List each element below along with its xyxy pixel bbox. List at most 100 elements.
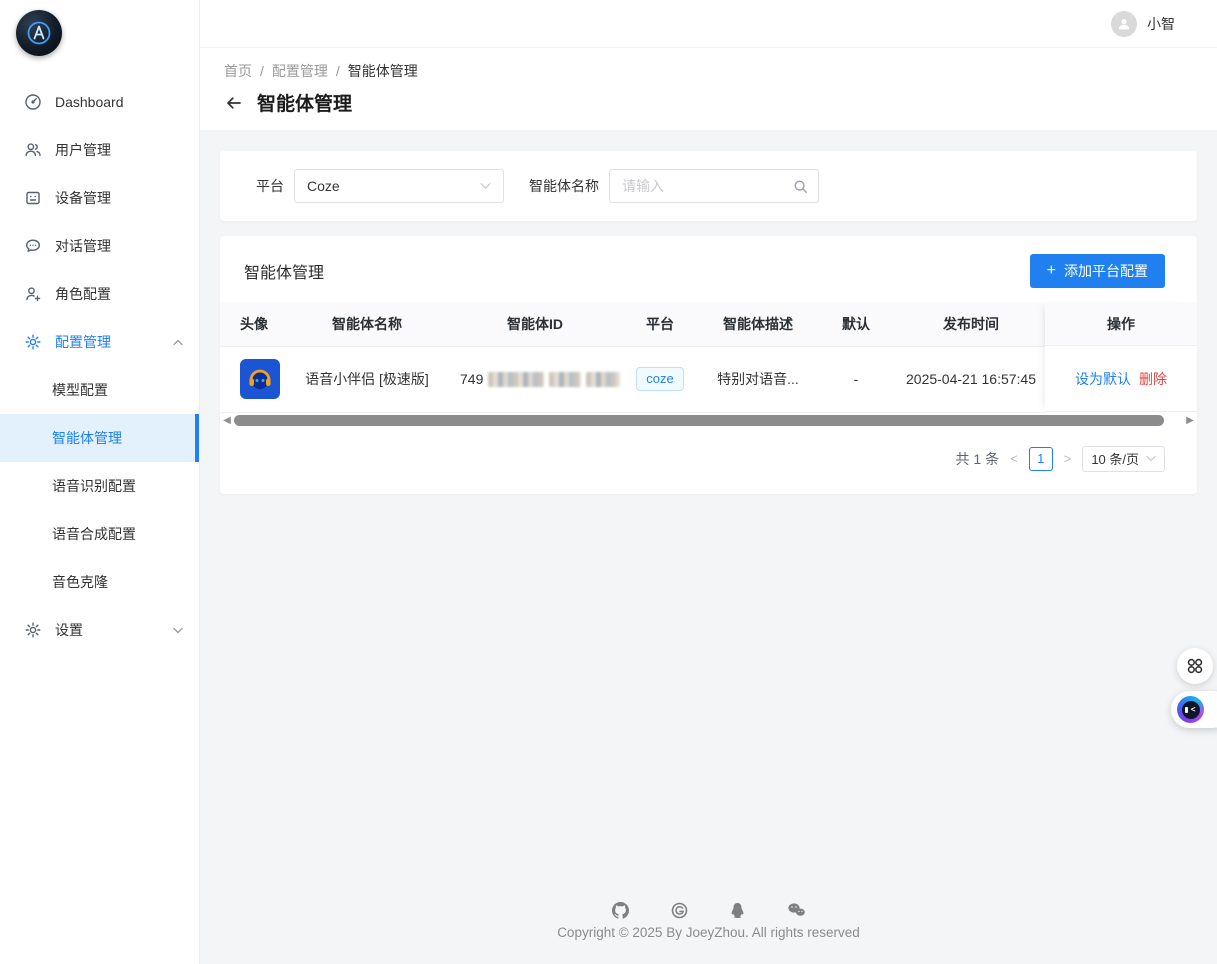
col-header-actions: 操作 xyxy=(1045,302,1197,346)
cell-agent-id: 749 xyxy=(450,371,620,387)
pagination-total: 共 1 条 xyxy=(956,449,1000,469)
scroll-right-arrow[interactable]: ▶ xyxy=(1185,416,1195,426)
user-avatar[interactable] xyxy=(1111,11,1137,37)
sidebar-subitem-label: 音色克隆 xyxy=(52,572,108,592)
sidebar-subitem-voice-clone[interactable]: 音色克隆 xyxy=(0,558,199,606)
sidebar-item-label: 对话管理 xyxy=(55,236,111,256)
search-icon[interactable] xyxy=(793,179,808,194)
chevron-down-icon xyxy=(480,182,491,190)
platform-filter-label: 平台 xyxy=(256,176,284,196)
app-root: Dashboard 用户管理 xyxy=(0,0,1217,964)
user-name[interactable]: 小智 xyxy=(1147,14,1175,34)
table-row: 语音小伴侣 [极速版] 749 coze xyxy=(220,346,1046,412)
breadcrumb-separator: / xyxy=(336,63,340,79)
sidebar-item-label: Dashboard xyxy=(55,94,124,110)
gear-icon xyxy=(24,333,42,351)
breadcrumb-current: 智能体管理 xyxy=(348,61,418,81)
sidebar-item-dashboard[interactable]: Dashboard xyxy=(0,78,199,126)
actions-fixed-column: 操作 设为默认 删除 xyxy=(1045,302,1197,412)
page-footer: Copyright © 2025 By JoeyZhou. All rights… xyxy=(220,888,1197,964)
logo-container xyxy=(0,0,199,62)
pagination: 共 1 条 < 1 > 10 条/页 xyxy=(220,428,1197,478)
pagination-page-1[interactable]: 1 xyxy=(1029,447,1053,471)
sidebar-item-label: 用户管理 xyxy=(55,140,111,160)
breadcrumb-home[interactable]: 首页 xyxy=(224,61,252,81)
page-size-select[interactable]: 10 条/页 xyxy=(1082,446,1165,472)
sidebar-item-settings[interactable]: 设置 xyxy=(0,606,199,654)
agent-avatar xyxy=(240,359,280,399)
sidebar-subitem-tts-config[interactable]: 语音合成配置 xyxy=(0,510,199,558)
app-logo[interactable] xyxy=(16,10,62,56)
agent-name-filter-label: 智能体名称 xyxy=(529,176,599,196)
pagination-prev-button[interactable]: < xyxy=(1007,451,1021,466)
person-plus-icon xyxy=(24,285,42,303)
platform-select[interactable]: Coze xyxy=(294,169,504,203)
sidebar-subitem-model-config[interactable]: 模型配置 xyxy=(0,366,199,414)
device-icon xyxy=(24,189,42,207)
page-header: 首页 / 配置管理 / 智能体管理 智能体管理 xyxy=(200,48,1217,130)
gitee-icon[interactable] xyxy=(671,902,688,919)
topbar: 小智 xyxy=(200,0,1217,48)
platform-select-value: Coze xyxy=(307,178,340,194)
main-column: 小智 首页 / 配置管理 / 智能体管理 智能体管理 xyxy=(200,0,1217,964)
sidebar-item-label: 设备管理 xyxy=(55,188,111,208)
users-icon xyxy=(24,141,42,159)
sidebar-subitem-agent-management[interactable]: 智能体管理 xyxy=(0,414,199,462)
settings-gear-icon xyxy=(24,621,42,639)
cell-publish-time: 2025-04-21 16:57:45 xyxy=(896,346,1046,412)
sidebar-subitem-label: 模型配置 xyxy=(52,380,108,400)
breadcrumb: 首页 / 配置管理 / 智能体管理 xyxy=(224,61,1193,81)
agent-name-input[interactable] xyxy=(622,178,793,194)
sidebar-item-devices[interactable]: 设备管理 xyxy=(0,174,199,222)
page-title: 智能体管理 xyxy=(257,89,352,116)
github-icon[interactable] xyxy=(612,902,629,919)
col-header-id: 智能体ID xyxy=(450,302,620,346)
plus-icon: + xyxy=(1047,263,1056,279)
copyright-text: Copyright © 2025 By JoeyZhou. All rights… xyxy=(220,925,1197,940)
col-header-name: 智能体名称 xyxy=(284,302,450,346)
sidebar-item-config[interactable]: 配置管理 xyxy=(0,318,199,366)
sidebar-item-label: 配置管理 xyxy=(55,332,111,352)
redacted-id-segment xyxy=(586,372,620,387)
col-header-description: 智能体描述 xyxy=(700,302,816,346)
breadcrumb-separator: / xyxy=(260,63,264,79)
sidebar-subitem-asr-config[interactable]: 语音识别配置 xyxy=(0,462,199,510)
delete-button[interactable]: 删除 xyxy=(1139,369,1167,389)
back-arrow-icon xyxy=(224,94,243,112)
breadcrumb-config[interactable]: 配置管理 xyxy=(272,61,328,81)
sidebar-subitem-label: 语音识别配置 xyxy=(52,476,136,496)
scrollbar-track[interactable] xyxy=(234,415,1183,426)
floating-assistant-button[interactable]: < xyxy=(1171,691,1217,728)
scrollbar-thumb[interactable] xyxy=(234,415,1164,426)
floating-widget-button[interactable] xyxy=(1177,648,1213,684)
robot-face-icon: < xyxy=(1177,696,1204,723)
platform-tag: coze xyxy=(636,367,683,391)
filter-card: 平台 Coze 智能体名称 xyxy=(220,151,1197,221)
sidebar-subitem-label: 智能体管理 xyxy=(52,428,122,448)
headphones-avatar-icon xyxy=(246,365,274,393)
sidebar-item-roles[interactable]: 角色配置 xyxy=(0,270,199,318)
agent-name-input-box xyxy=(609,169,819,203)
dashboard-icon xyxy=(24,93,42,111)
qq-icon[interactable] xyxy=(730,902,745,919)
back-button[interactable] xyxy=(224,94,243,112)
logo-a-icon xyxy=(24,18,54,48)
chevron-down-icon xyxy=(1146,455,1156,462)
table-header-row: 头像 智能体名称 智能体ID 平台 智能体描述 默认 发布时间 xyxy=(220,302,1046,346)
add-platform-config-button[interactable]: + 添加平台配置 xyxy=(1030,254,1165,288)
sidebar-item-conversations[interactable]: 对话管理 xyxy=(0,222,199,270)
redacted-id-segment xyxy=(488,372,543,387)
cell-default: - xyxy=(816,346,896,412)
sidebar-subitem-label: 语音合成配置 xyxy=(52,524,136,544)
horizontal-scrollbar: ◀ ▶ xyxy=(222,414,1195,428)
set-default-button[interactable]: 设为默认 xyxy=(1075,369,1131,389)
sidebar-item-users[interactable]: 用户管理 xyxy=(0,126,199,174)
wechat-icon[interactable] xyxy=(787,902,806,919)
col-header-avatar: 头像 xyxy=(220,302,284,346)
scroll-left-arrow[interactable]: ◀ xyxy=(222,416,232,426)
col-header-default: 默认 xyxy=(816,302,896,346)
cell-agent-name: 语音小伴侣 [极速版] xyxy=(284,346,450,412)
pagination-next-button[interactable]: > xyxy=(1061,451,1075,466)
sidebar-item-label: 设置 xyxy=(55,620,83,640)
cell-agent-description: 特别对语音... xyxy=(700,346,816,412)
